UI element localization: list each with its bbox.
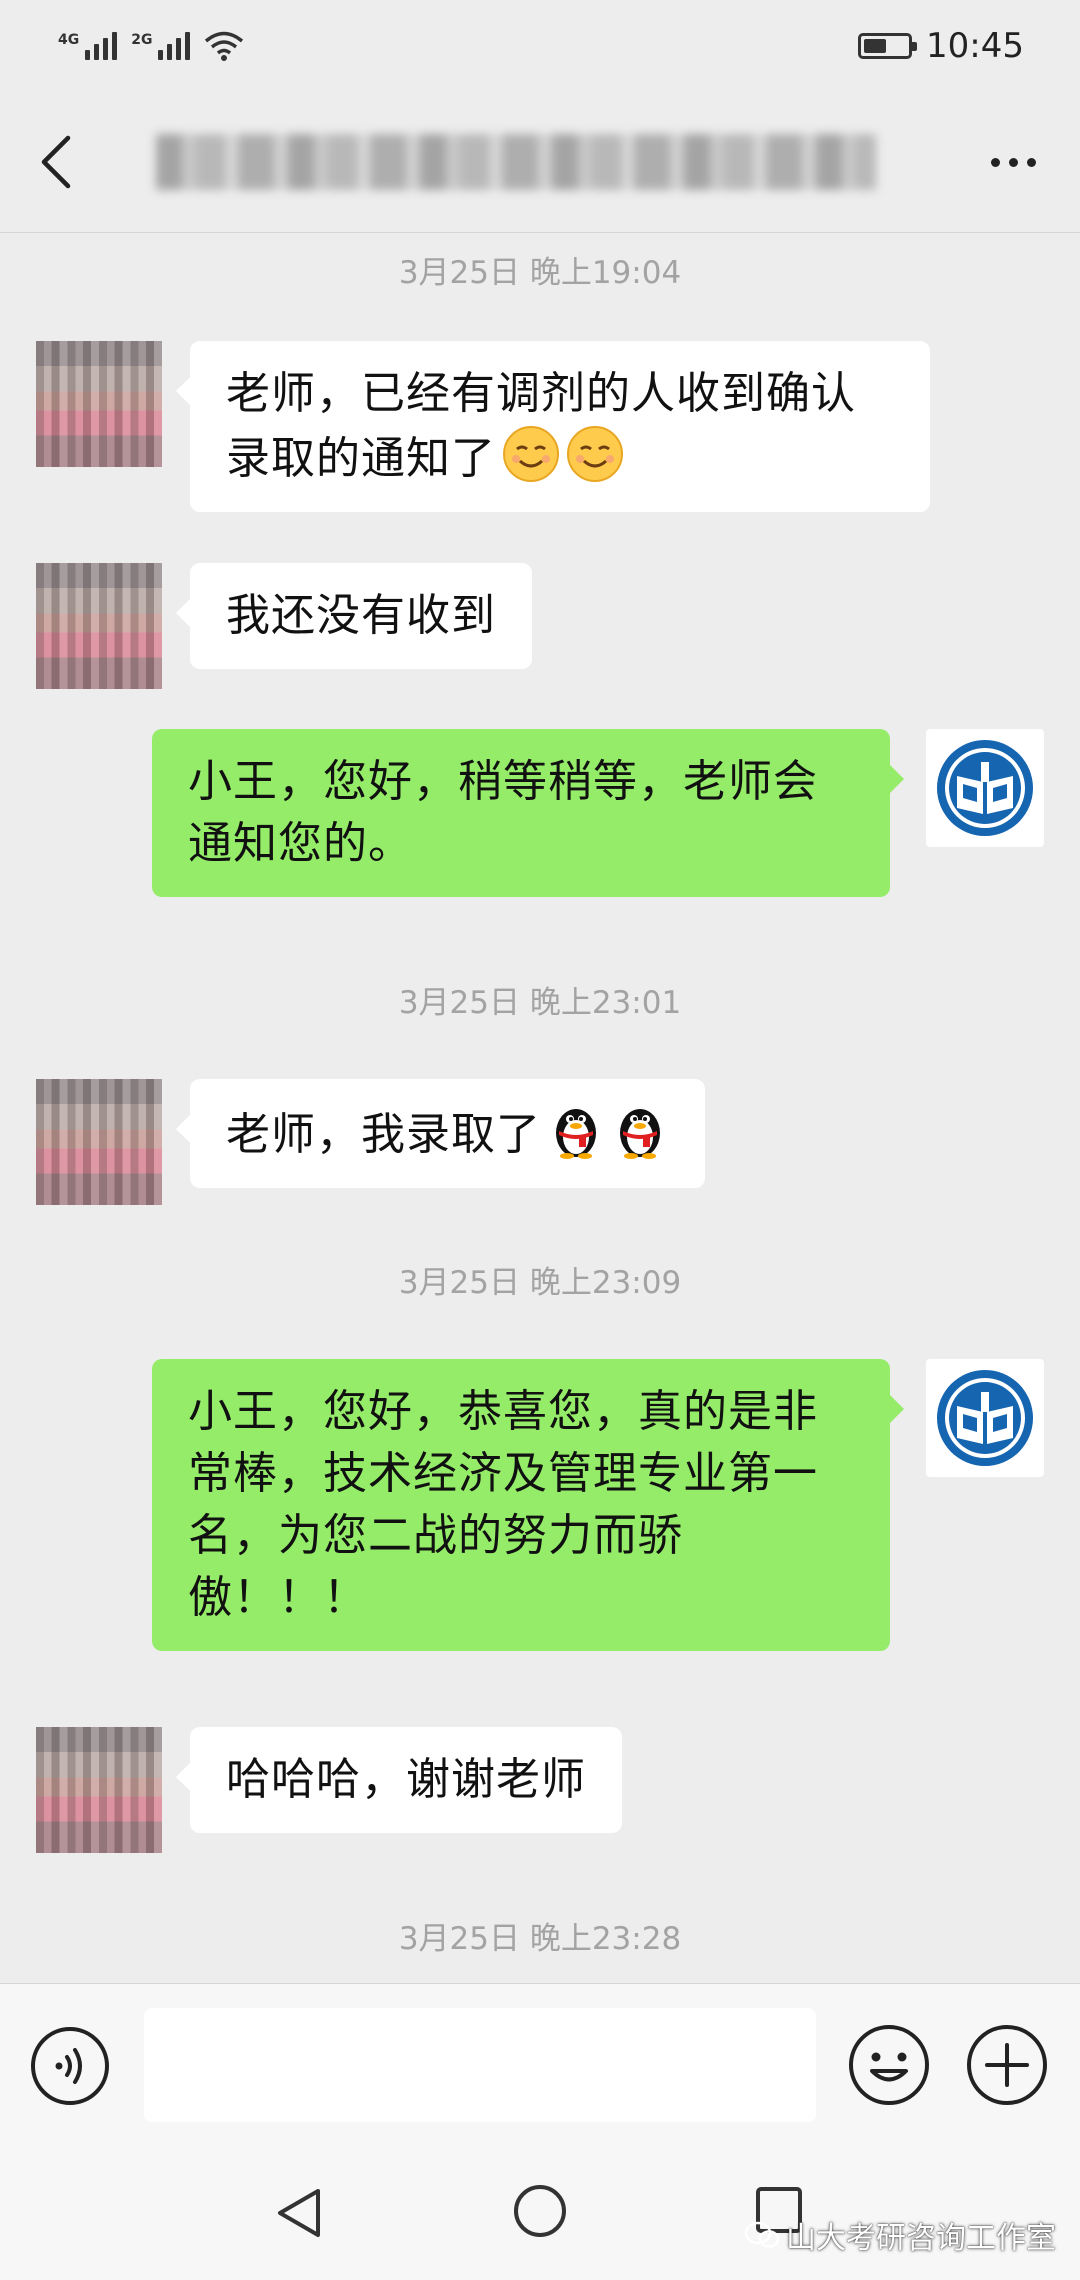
message-text: 我还没有收到 [226, 590, 496, 641]
message-text: 小王，您好，恭喜您，真的是非常棒，技术经济及管理专业第一名，为您二战的努力而骄傲… [188, 1386, 818, 1623]
system-home-button[interactable] [512, 2183, 568, 2239]
signal-4g-icon: 4G [58, 32, 118, 60]
message-bubble-outgoing[interactable]: 小王，您好，恭喜您，真的是非常棒，技术经济及管理专业第一名，为您二战的努力而骄傲… [152, 1359, 904, 1651]
smile-emoji-icon [503, 426, 559, 482]
watermark: 山大考研咨询工作室 [744, 2213, 1056, 2257]
message-text: 哈哈哈，谢谢老师 [226, 1754, 586, 1805]
message-bubble-incoming[interactable]: 我还没有收到 [176, 563, 532, 669]
wechat-logo-icon [744, 2221, 780, 2248]
message-bubble-incoming[interactable]: 老师，我录取了 [176, 1079, 705, 1188]
plus-icon [967, 2025, 1047, 2105]
chat-header [0, 92, 1080, 232]
message-text: 老师，我录取了 [226, 1109, 541, 1160]
my-avatar[interactable] [926, 729, 1044, 847]
back-button[interactable] [38, 122, 98, 202]
penguin-emoji-icon [620, 1109, 660, 1159]
message-bubble-incoming[interactable]: 哈哈哈，谢谢老师 [176, 1727, 622, 1833]
timestamp: 3月25日 晚上23:09 [398, 1265, 682, 1301]
circle-home-icon [514, 2185, 566, 2237]
chevron-left-icon [41, 135, 71, 189]
status-right: 10:45 [858, 26, 1024, 66]
more-functions-button[interactable] [966, 2024, 1048, 2106]
wifi-icon [205, 31, 244, 61]
status-time: 10:45 [926, 26, 1024, 66]
triangle-back-icon [278, 2189, 320, 2237]
timestamp: 3月25日 晚上23:01 [398, 985, 682, 1021]
timestamp: 3月25日 晚上19:04 [398, 255, 682, 291]
message-bubble-incoming[interactable]: 老师，已经有调剂的人收到确认录取的通知了 [176, 341, 930, 512]
chat-title [156, 134, 876, 190]
message-list[interactable]: 3月25日 晚上19:04 老师，已经有调剂的人收到确认录取的通知了 我还没有收… [0, 233, 1080, 1983]
watermark-text: 山大考研咨询工作室 [786, 2221, 1056, 2256]
input-bar [0, 1983, 1080, 2145]
status-left: 4G 2G [58, 30, 244, 62]
more-horizontal-icon [991, 157, 1000, 167]
contact-avatar[interactable] [36, 563, 162, 689]
system-back-button[interactable] [272, 2185, 328, 2241]
emoji-button[interactable] [848, 2024, 930, 2106]
message-text: 小王，您好，稍等稍等，老师会通知您的。 [188, 756, 818, 869]
message-bubble-outgoing[interactable]: 小王，您好，稍等稍等，老师会通知您的。 [152, 729, 904, 897]
smile-emoji-icon [567, 426, 623, 482]
signal-2g-icon: 2G [131, 32, 191, 60]
contact-avatar[interactable] [36, 1079, 162, 1205]
voice-icon [31, 2027, 109, 2105]
contact-avatar[interactable] [36, 341, 162, 467]
my-avatar[interactable] [926, 1359, 1044, 1477]
signal-4g-label: 4G [58, 32, 80, 48]
penguin-emoji-icon [556, 1109, 596, 1159]
status-bar: 4G 2G 10:45 [0, 0, 1080, 92]
timestamp: 3月25日 晚上23:28 [398, 1921, 682, 1957]
book-logo-icon [937, 740, 1033, 836]
contact-avatar[interactable] [36, 1727, 162, 1853]
more-button[interactable] [985, 138, 1042, 187]
message-input[interactable] [144, 2008, 816, 2122]
system-navigation-bar: 山大考研咨询工作室 [0, 2145, 1080, 2280]
signal-2g-label: 2G [131, 32, 153, 48]
smiley-icon [849, 2025, 929, 2105]
battery-icon [858, 33, 918, 59]
voice-button[interactable] [30, 2026, 110, 2106]
book-logo-icon [937, 1370, 1033, 1466]
